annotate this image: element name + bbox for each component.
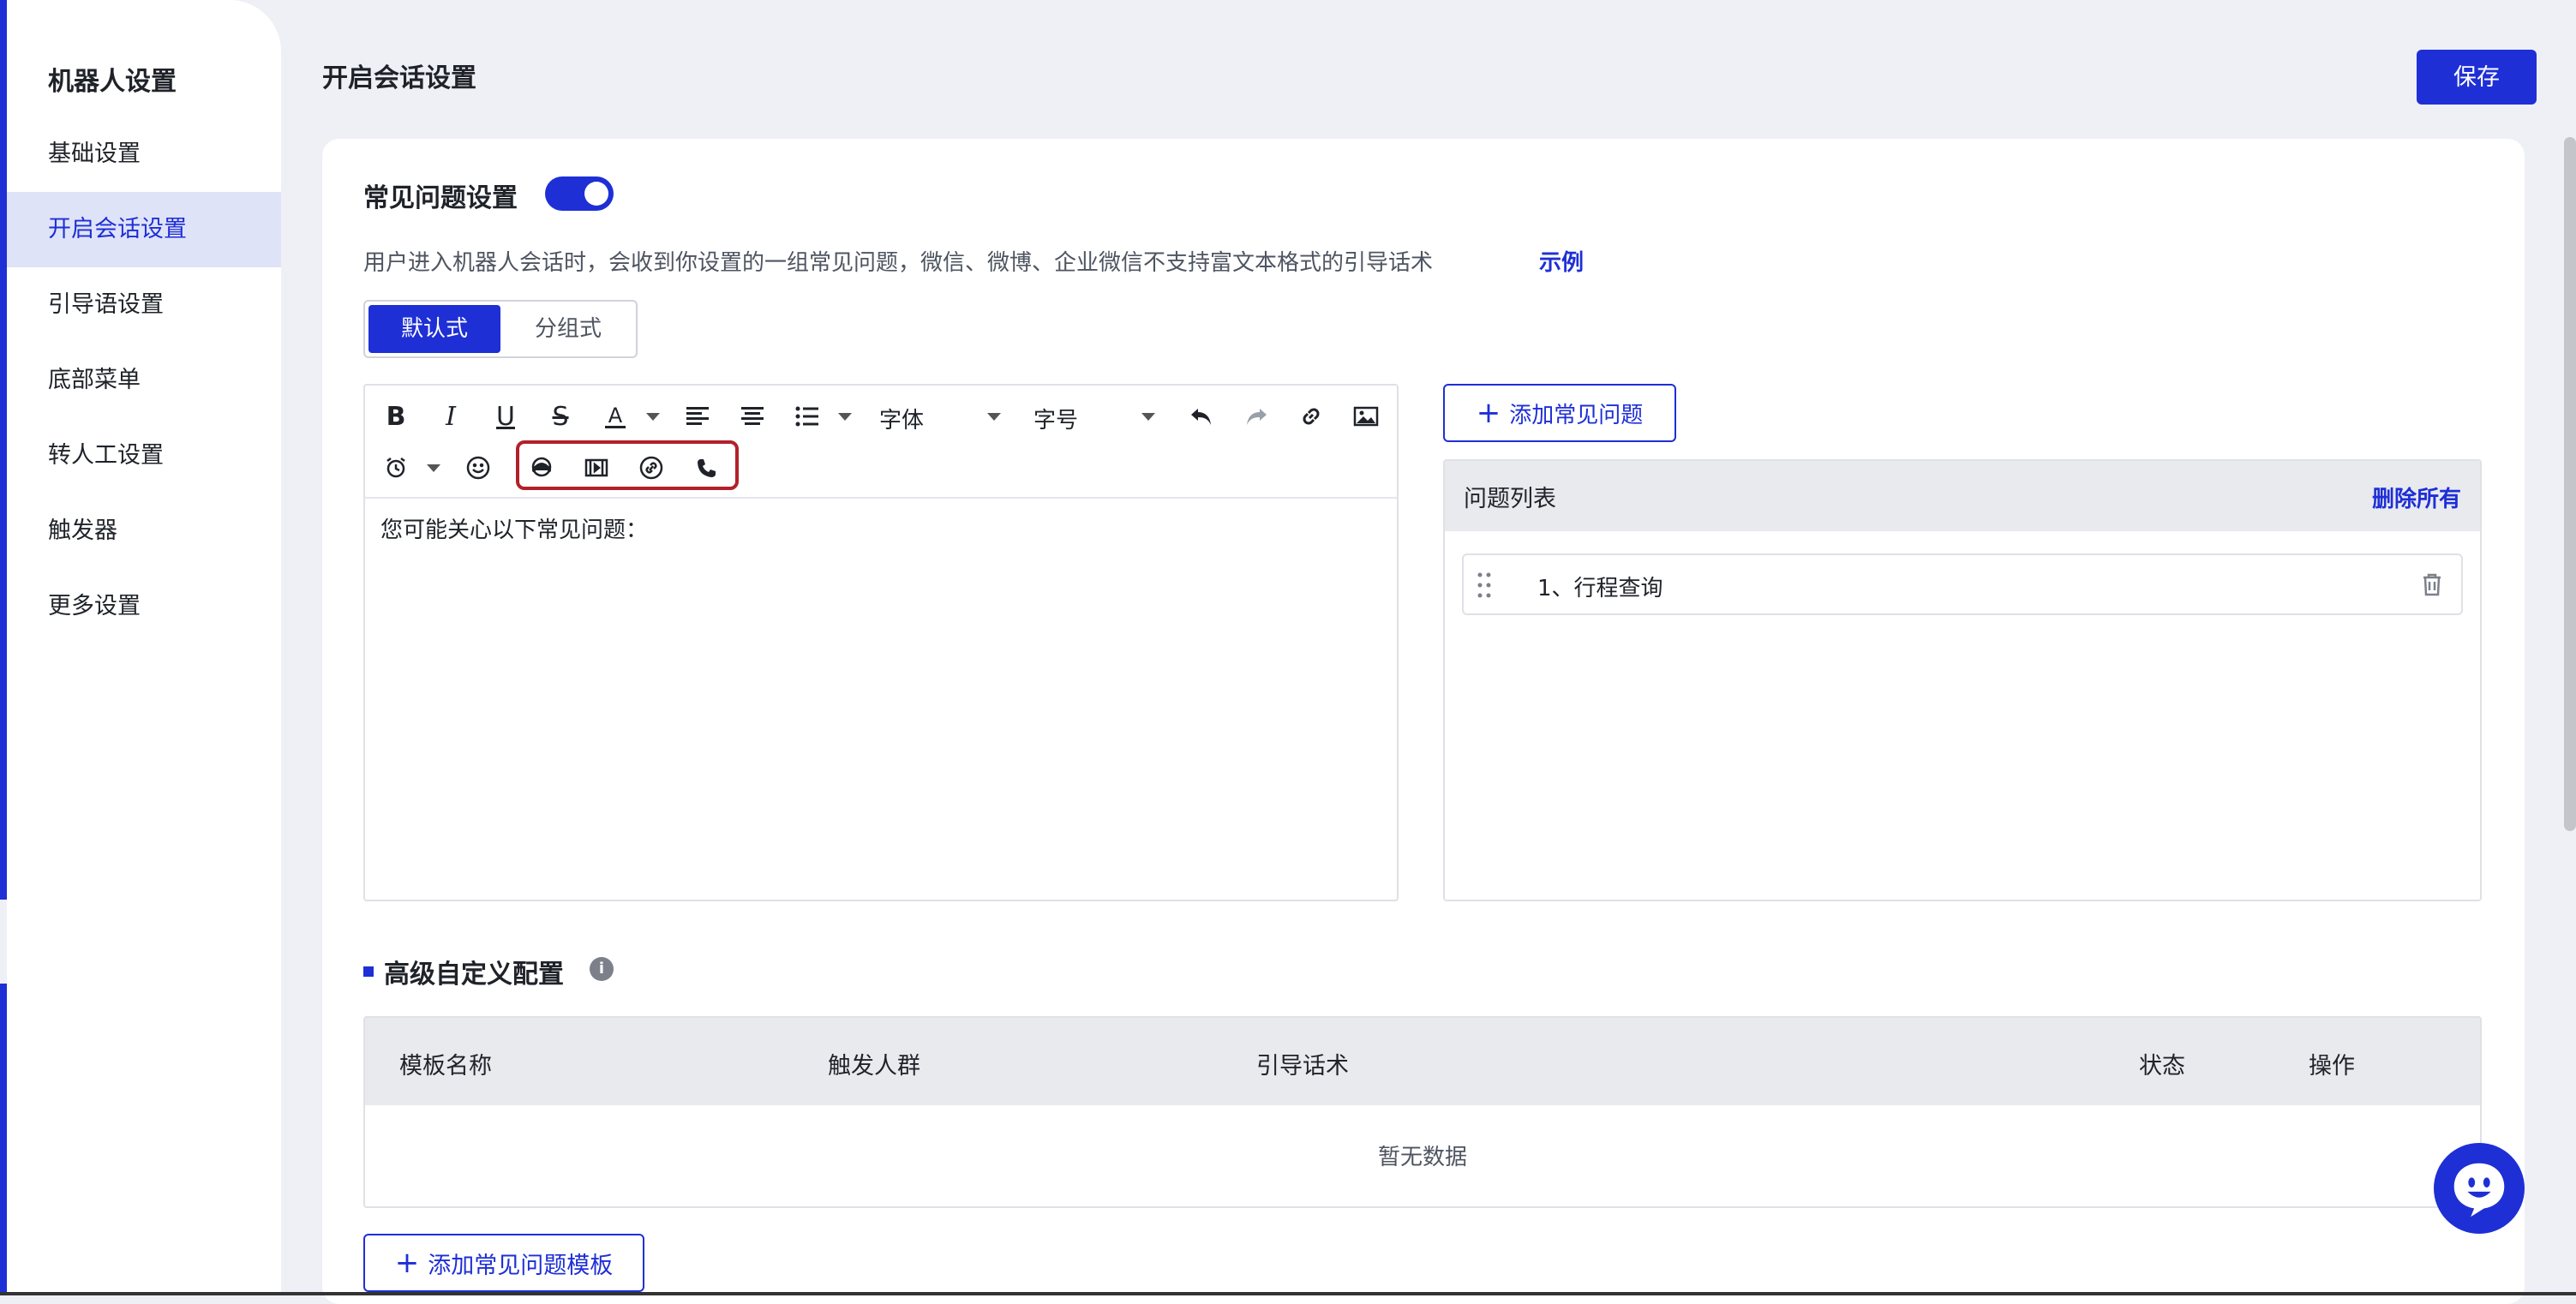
italic-icon[interactable]: I bbox=[432, 398, 470, 435]
column-status: 状态 bbox=[2139, 1053, 2185, 1080]
phone-icon[interactable] bbox=[687, 449, 725, 487]
font-family-select[interactable]: 字体 bbox=[879, 403, 924, 434]
rich-text-editor: B I U S A 字体 字号 您可能关心以下常见问题： bbox=[363, 384, 1399, 901]
font-color-dropdown-icon[interactable] bbox=[646, 413, 660, 421]
page-title: 开启会话设置 bbox=[322, 63, 476, 93]
sidebar-item-transfer[interactable]: 转人工设置 bbox=[7, 418, 281, 493]
editor-toolbar: B I U S A 字体 字号 bbox=[365, 386, 1397, 499]
faq-description: 用户进入机器人会话时，会收到你设置的一组常见问题，微信、微博、企业微信不支持富文… bbox=[363, 250, 1434, 276]
column-guide-text: 引导话术 bbox=[1256, 1053, 1349, 1080]
bottom-border bbox=[0, 1292, 2576, 1295]
image-icon[interactable] bbox=[1347, 398, 1385, 435]
scrollbar[interactable] bbox=[2564, 137, 2576, 831]
mode-default-tab[interactable]: 默认式 bbox=[368, 305, 500, 353]
add-faq-button[interactable]: + 添加常见问题 bbox=[1443, 384, 1676, 442]
list-item[interactable]: 1、行程查询 bbox=[1462, 553, 2463, 615]
example-link[interactable]: 示例 bbox=[1539, 245, 1584, 277]
redo-icon[interactable] bbox=[1237, 398, 1275, 435]
section-marker-icon bbox=[363, 966, 374, 977]
sidebar-item-guide[interactable]: 引导语设置 bbox=[7, 267, 281, 343]
column-trigger-crowd: 触发人群 bbox=[828, 1053, 920, 1080]
sidebar-item-bottom-menu[interactable]: 底部菜单 bbox=[7, 343, 281, 418]
align-left-icon[interactable] bbox=[679, 398, 716, 435]
question-list-title: 问题列表 bbox=[1464, 486, 1556, 512]
trash-icon[interactable] bbox=[2418, 571, 2446, 598]
question-list-panel: 问题列表 删除所有 1、行程查询 bbox=[1443, 459, 2482, 901]
drag-handle-icon[interactable] bbox=[1476, 571, 1493, 600]
question-list-header: 问题列表 删除所有 bbox=[1445, 461, 2480, 531]
sidebar-title: 机器人设置 bbox=[48, 67, 177, 97]
sidebar-item-session-start[interactable]: 开启会话设置 bbox=[7, 192, 281, 267]
list-dropdown-icon[interactable] bbox=[838, 413, 852, 421]
accent-bar-top bbox=[0, 0, 7, 900]
plus-icon: + bbox=[394, 1246, 420, 1280]
chat-assistant-button[interactable] bbox=[2434, 1143, 2525, 1234]
add-template-button[interactable]: + 添加常见问题模板 bbox=[363, 1234, 644, 1292]
font-size-select[interactable]: 字号 bbox=[1033, 403, 1078, 434]
font-color-icon[interactable]: A bbox=[596, 398, 634, 435]
table-header: 模板名称 触发人群 引导话术 状态 操作 bbox=[365, 1018, 2480, 1105]
sidebar-item-basic[interactable]: 基础设置 bbox=[7, 117, 281, 192]
advanced-section-title: 高级自定义配置 bbox=[363, 953, 564, 990]
mode-group-tab[interactable]: 分组式 bbox=[504, 305, 632, 353]
link-card-icon[interactable] bbox=[632, 449, 670, 487]
save-button[interactable]: 保存 bbox=[2417, 50, 2537, 105]
toggle-knob bbox=[584, 182, 608, 206]
delete-all-link[interactable]: 删除所有 bbox=[2372, 482, 2461, 513]
underline-icon[interactable]: U bbox=[487, 398, 524, 435]
faq-section-title: 常见问题设置 bbox=[363, 183, 518, 213]
sidebar-item-trigger[interactable]: 触发器 bbox=[7, 493, 281, 569]
list-icon[interactable] bbox=[788, 398, 826, 435]
video-icon[interactable] bbox=[578, 449, 615, 487]
add-faq-label: 添加常见问题 bbox=[1509, 402, 1644, 428]
customer-service-icon[interactable] bbox=[523, 449, 560, 487]
question-text: 1、行程查询 bbox=[1537, 576, 1663, 601]
emoji-icon[interactable] bbox=[459, 449, 497, 487]
chat-face-icon bbox=[2453, 1163, 2505, 1217]
alarm-dropdown-icon[interactable] bbox=[427, 464, 440, 472]
faq-toggle[interactable] bbox=[545, 176, 614, 211]
plus-icon: + bbox=[1476, 396, 1501, 430]
empty-state-text: 暂无数据 bbox=[1377, 1145, 1467, 1170]
sidebar-item-more[interactable]: 更多设置 bbox=[7, 569, 281, 644]
align-center-icon[interactable] bbox=[734, 398, 771, 435]
sidebar: 机器人设置 基础设置 开启会话设置 引导语设置 底部菜单 转人工设置 触发器 更… bbox=[7, 0, 281, 1295]
mode-segmented-control: 默认式 分组式 bbox=[363, 300, 638, 358]
svg-text:A: A bbox=[608, 404, 623, 428]
font-family-dropdown-icon[interactable] bbox=[987, 413, 1001, 421]
bold-icon[interactable]: B bbox=[377, 398, 415, 435]
column-template-name: 模板名称 bbox=[399, 1053, 492, 1080]
advanced-title-text: 高级自定义配置 bbox=[384, 960, 564, 990]
template-table: 模板名称 触发人群 引导话术 状态 操作 暂无数据 bbox=[363, 1016, 2482, 1208]
add-template-label: 添加常见问题模板 bbox=[428, 1252, 614, 1279]
strikethrough-icon[interactable]: S bbox=[542, 398, 579, 435]
font-size-dropdown-icon[interactable] bbox=[1141, 413, 1155, 421]
editor-content[interactable]: 您可能关心以下常见问题： bbox=[380, 512, 648, 544]
accent-bar-bottom bbox=[0, 984, 7, 1295]
info-icon[interactable]: i bbox=[590, 957, 614, 981]
link-icon[interactable] bbox=[1292, 398, 1330, 435]
column-actions: 操作 bbox=[2309, 1053, 2355, 1080]
alarm-icon[interactable] bbox=[377, 449, 415, 487]
undo-icon[interactable] bbox=[1183, 398, 1220, 435]
